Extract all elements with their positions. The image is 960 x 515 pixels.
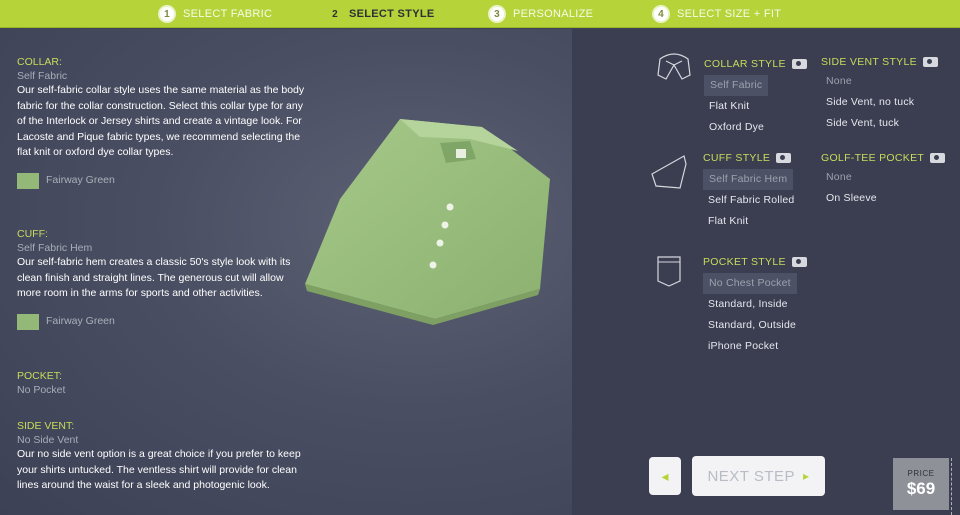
golf-tee-pocket-group: GOLF-TEE POCKET None On Sleeve — [821, 151, 946, 209]
chevron-right-icon: ▸ — [803, 469, 810, 483]
dashed-divider — [951, 458, 952, 515]
pocket-style-label: POCKET STYLE — [703, 256, 786, 268]
collar-summary-title: COLLAR: — [17, 56, 62, 68]
side-vent-summary: SIDE VENT: No Side Vent Our no side vent… — [17, 419, 307, 494]
golf-tee-option-on-sleeve[interactable]: On Sleeve — [821, 188, 877, 209]
step-label: SELECT STYLE — [349, 8, 435, 20]
side-vent-summary-body: Our no side vent option is a great choic… — [17, 448, 301, 491]
cuff-swatch-label: Fairway Green — [46, 314, 115, 327]
price-box: PRICE $69 — [893, 458, 949, 510]
cuff-summary-body: Our self-fabric hem creates a classic 50… — [17, 256, 291, 299]
pocket-summary: POCKET: No Pocket — [17, 369, 307, 397]
cuff-option-self-fabric-rolled[interactable]: Self Fabric Rolled — [703, 190, 794, 211]
side-vent-summary-value: No Side Vent — [17, 434, 79, 446]
cuff-style-options: Self Fabric Hem Self Fabric Rolled Flat … — [703, 165, 794, 232]
price-label: PRICE — [907, 469, 935, 478]
camera-icon[interactable] — [791, 257, 807, 267]
cuff-option-self-fabric-hem[interactable]: Self Fabric Hem — [703, 169, 794, 190]
step-select-style[interactable]: 2 SELECT STYLE — [328, 4, 435, 24]
camera-icon[interactable] — [930, 153, 946, 163]
collar-summary-body: Our self-fabric collar style uses the sa… — [17, 84, 305, 158]
cuff-swatch — [17, 313, 39, 330]
shirt-preview-image — [305, 119, 550, 325]
step-label: SELECT SIZE + FIT — [677, 8, 782, 20]
side-vent-style-title: SIDE VENT STYLE — [821, 55, 938, 69]
pocket-option-no-chest-pocket[interactable]: No Chest Pocket — [703, 273, 797, 294]
side-vent-style-group: SIDE VENT STYLE None Side Vent, no tuck … — [821, 55, 938, 134]
step-number: 2 — [332, 8, 338, 20]
next-step-label: NEXT STEP — [707, 467, 796, 485]
step-number: 4 — [652, 5, 670, 23]
collar-summary: COLLAR: Self Fabric Our self-fabric coll… — [17, 55, 307, 189]
side-vent-option-no-tuck[interactable]: Side Vent, no tuck — [821, 92, 914, 113]
step-personalize[interactable]: 3 PERSONALIZE — [488, 4, 593, 24]
cuff-style-label: CUFF STYLE — [703, 152, 771, 164]
cuff-summary-value: Self Fabric Hem — [17, 242, 93, 254]
step-number: 3 — [488, 5, 506, 23]
cuff-option-flat-knit[interactable]: Flat Knit — [703, 211, 748, 232]
collar-style-title: COLLAR STYLE — [704, 57, 807, 71]
pocket-option-standard-inside[interactable]: Standard, Inside — [703, 294, 788, 315]
side-vent-style-options: None Side Vent, no tuck Side Vent, tuck — [821, 69, 938, 134]
camera-icon[interactable] — [791, 59, 807, 69]
step-number: 1 — [158, 5, 176, 23]
pocket-outline-icon — [657, 256, 681, 287]
side-vent-option-tuck[interactable]: Side Vent, tuck — [821, 113, 899, 134]
step-label: SELECT FABRIC — [183, 8, 273, 20]
collar-swatch — [17, 172, 39, 189]
side-vent-style-label: SIDE VENT STYLE — [821, 56, 917, 68]
cuff-style-title: CUFF STYLE — [703, 151, 794, 165]
collar-style-label: COLLAR STYLE — [704, 58, 786, 70]
pocket-option-standard-outside[interactable]: Standard, Outside — [703, 315, 796, 336]
price-value: $69 — [906, 479, 936, 498]
side-vent-option-none[interactable]: None — [821, 71, 852, 92]
cuff-style-group: CUFF STYLE Self Fabric Hem Self Fabric R… — [703, 151, 794, 232]
step-select-size-fit[interactable]: 4 SELECT SIZE + FIT — [652, 4, 781, 24]
options-panel: COLLAR STYLE Self Fabric Flat Knit Oxfor… — [572, 29, 960, 515]
collar-swatch-label: Fairway Green — [46, 173, 115, 186]
summary-panel: COLLAR: Self Fabric Our self-fabric coll… — [0, 29, 572, 515]
collar-option-flat-knit[interactable]: Flat Knit — [704, 96, 749, 117]
next-step-button[interactable]: NEXT STEP ▸ — [692, 456, 825, 496]
collar-option-self-fabric[interactable]: Self Fabric — [704, 75, 769, 96]
side-vent-summary-title: SIDE VENT: — [17, 420, 75, 432]
collar-summary-value: Self Fabric — [17, 70, 68, 82]
pocket-option-iphone-pocket[interactable]: iPhone Pocket — [703, 336, 778, 357]
collar-option-oxford-dye[interactable]: Oxford Dye — [704, 117, 764, 138]
step-bar: 1 SELECT FABRIC 2 SELECT STYLE 3 PERSONA… — [0, 0, 960, 28]
back-button[interactable]: ◂ — [649, 457, 681, 495]
step-label: PERSONALIZE — [513, 8, 594, 20]
golf-tee-option-none[interactable]: None — [821, 167, 852, 188]
collar-outline-icon — [657, 53, 691, 80]
cuff-summary-title: CUFF: — [17, 228, 48, 240]
cuff-swatch-row: Fairway Green — [17, 313, 307, 330]
cuff-summary: CUFF: Self Fabric Hem Our self-fabric he… — [17, 227, 307, 330]
step-select-fabric[interactable]: 1 SELECT FABRIC — [158, 4, 272, 24]
collar-swatch-row: Fairway Green — [17, 172, 307, 189]
pocket-style-title: POCKET STYLE — [703, 255, 807, 269]
cuff-outline-icon — [651, 155, 687, 189]
pocket-style-options: No Chest Pocket Standard, Inside Standar… — [703, 269, 807, 357]
chevron-left-icon: ◂ — [661, 467, 669, 484]
pocket-style-group: POCKET STYLE No Chest Pocket Standard, I… — [703, 255, 807, 357]
camera-icon[interactable] — [922, 57, 938, 67]
pocket-summary-title: POCKET: — [17, 370, 62, 382]
pocket-summary-value: No Pocket — [17, 384, 66, 396]
golf-tee-pocket-title: GOLF-TEE POCKET — [821, 151, 946, 165]
golf-tee-pocket-label: GOLF-TEE POCKET — [821, 152, 925, 164]
collar-style-options: Self Fabric Flat Knit Oxford Dye — [704, 71, 807, 138]
camera-icon[interactable] — [776, 153, 792, 163]
golf-tee-pocket-options: None On Sleeve — [821, 165, 945, 209]
collar-style-group: COLLAR STYLE Self Fabric Flat Knit Oxfor… — [704, 57, 807, 138]
